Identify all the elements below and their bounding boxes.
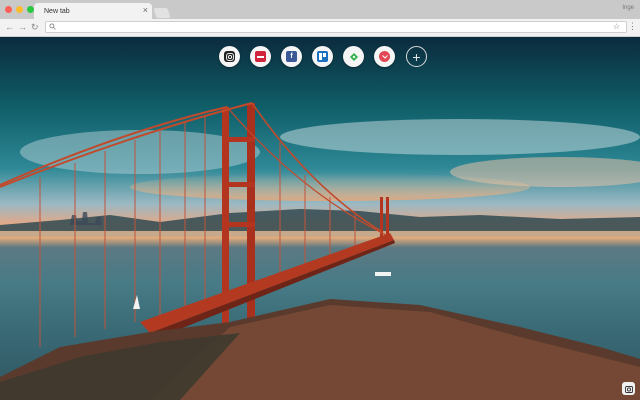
shortcut-facebook[interactable]: f [281, 46, 302, 67]
change-wallpaper-button[interactable] [622, 382, 635, 395]
new-tab-button[interactable] [153, 8, 171, 18]
profile-label[interactable]: Inge [622, 5, 634, 11]
forward-arrow-icon[interactable]: → [18, 22, 27, 32]
bookmark-star-icon[interactable]: ☆ [613, 22, 620, 31]
instagram-icon [224, 51, 235, 62]
tab-title: New tab [44, 7, 70, 15]
reload-icon[interactable]: ↻ [31, 22, 39, 32]
back-arrow-icon[interactable]: ← [5, 22, 14, 32]
shortcut-trello[interactable] [312, 46, 333, 67]
window-controls [5, 6, 34, 13]
maximize-window-icon[interactable] [27, 6, 34, 13]
trello-icon [317, 51, 328, 62]
facebook-icon: f [286, 51, 297, 62]
search-icon [49, 23, 56, 30]
minimize-window-icon[interactable] [16, 6, 23, 13]
tab-strip: New tab × Inge [0, 0, 640, 19]
shortcut-app-red[interactable] [250, 46, 271, 67]
address-input[interactable] [58, 22, 598, 32]
tab-new-tab[interactable]: New tab × [34, 3, 152, 19]
menu-icon[interactable]: ⋮ [628, 22, 637, 31]
browser-toolbar: ← → ↻ ☆ ⋮ [0, 19, 640, 37]
shortcut-pocket[interactable] [374, 46, 395, 67]
wallpaper-golden-gate-bridge [0, 102, 640, 400]
shortcut-bar: f + [219, 46, 427, 67]
feedly-icon [348, 51, 359, 62]
tab-close-icon[interactable]: × [143, 6, 148, 15]
address-bar[interactable]: ☆ [45, 21, 627, 33]
shortcut-feedly[interactable] [343, 46, 364, 67]
shortcut-instagram[interactable] [219, 46, 240, 67]
camera-icon [624, 385, 633, 393]
app-red-icon [255, 51, 266, 62]
close-window-icon[interactable] [5, 6, 12, 13]
add-shortcut-button[interactable]: + [406, 46, 427, 67]
new-tab-page: f + [0, 37, 640, 400]
pocket-icon [379, 51, 390, 62]
